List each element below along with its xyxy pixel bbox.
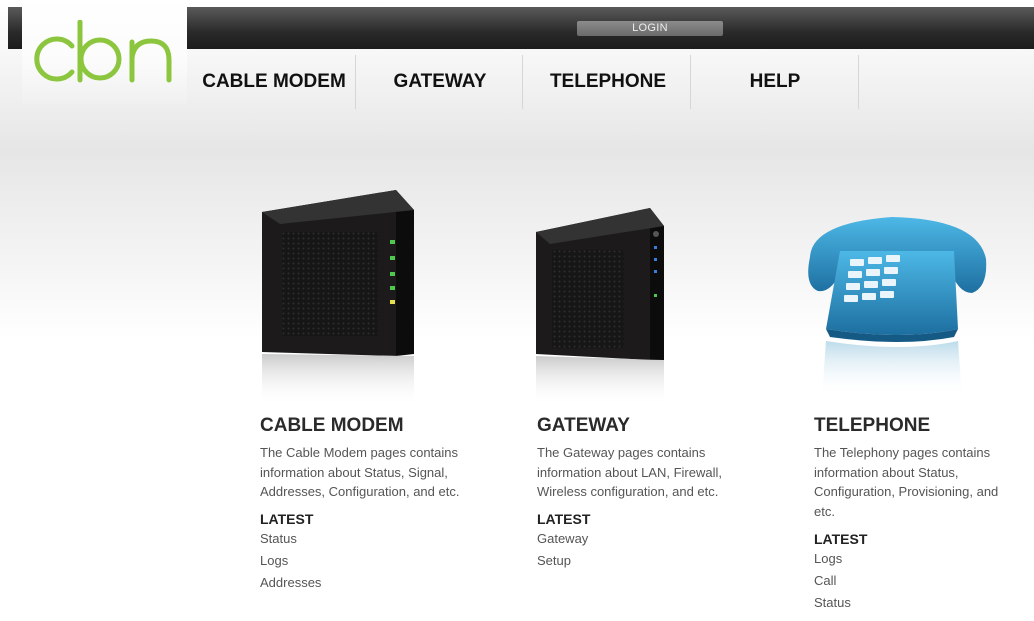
latest-link[interactable]: Logs bbox=[260, 550, 460, 572]
gateway-image[interactable] bbox=[532, 204, 668, 406]
section-title[interactable]: TELEPHONE bbox=[814, 414, 1014, 438]
latest-link[interactable]: Addresses bbox=[260, 572, 460, 594]
nav-gateway[interactable]: GATEWAY bbox=[356, 55, 524, 109]
cbn-logo-icon bbox=[34, 20, 172, 83]
latest-link[interactable]: Logs bbox=[814, 548, 1014, 570]
nav-telephone[interactable]: TELEPHONE bbox=[523, 55, 693, 109]
latest-links: Gateway Setup bbox=[537, 528, 737, 572]
latest-link[interactable]: Status bbox=[260, 528, 460, 550]
latest-heading: LATEST bbox=[537, 511, 591, 528]
login-button[interactable]: LOGIN bbox=[577, 21, 723, 36]
logo[interactable] bbox=[22, 0, 187, 104]
telephone-image[interactable] bbox=[802, 207, 992, 397]
section-title[interactable]: GATEWAY bbox=[537, 414, 737, 438]
latest-links: Logs Call Status bbox=[814, 548, 1014, 614]
nav-divider bbox=[858, 55, 859, 109]
latest-link[interactable]: Gateway bbox=[537, 528, 737, 550]
latest-heading: LATEST bbox=[260, 511, 314, 528]
cable-modem-section: CABLE MODEM The Cable Modem pages contai… bbox=[260, 414, 460, 594]
section-description: The Cable Modem pages contains informati… bbox=[260, 445, 460, 500]
section-title[interactable]: CABLE MODEM bbox=[260, 414, 460, 438]
gateway-section: GATEWAY The Gateway pages contains infor… bbox=[537, 414, 737, 572]
latest-link[interactable]: Call bbox=[814, 570, 1014, 592]
telephone-section: TELEPHONE The Telephony pages contains i… bbox=[814, 414, 1014, 614]
nav-help[interactable]: HELP bbox=[691, 55, 859, 109]
latest-links: Status Logs Addresses bbox=[260, 528, 460, 594]
latest-link[interactable]: Setup bbox=[537, 550, 737, 572]
cable-modem-image[interactable] bbox=[256, 186, 418, 406]
latest-link[interactable]: Status bbox=[814, 592, 1014, 614]
section-description: The Gateway pages contains information a… bbox=[537, 445, 722, 500]
latest-heading: LATEST bbox=[814, 530, 868, 547]
nav-cable-modem[interactable]: CABLE MODEM bbox=[188, 55, 360, 109]
section-description: The Telephony pages contains information… bbox=[814, 445, 999, 520]
